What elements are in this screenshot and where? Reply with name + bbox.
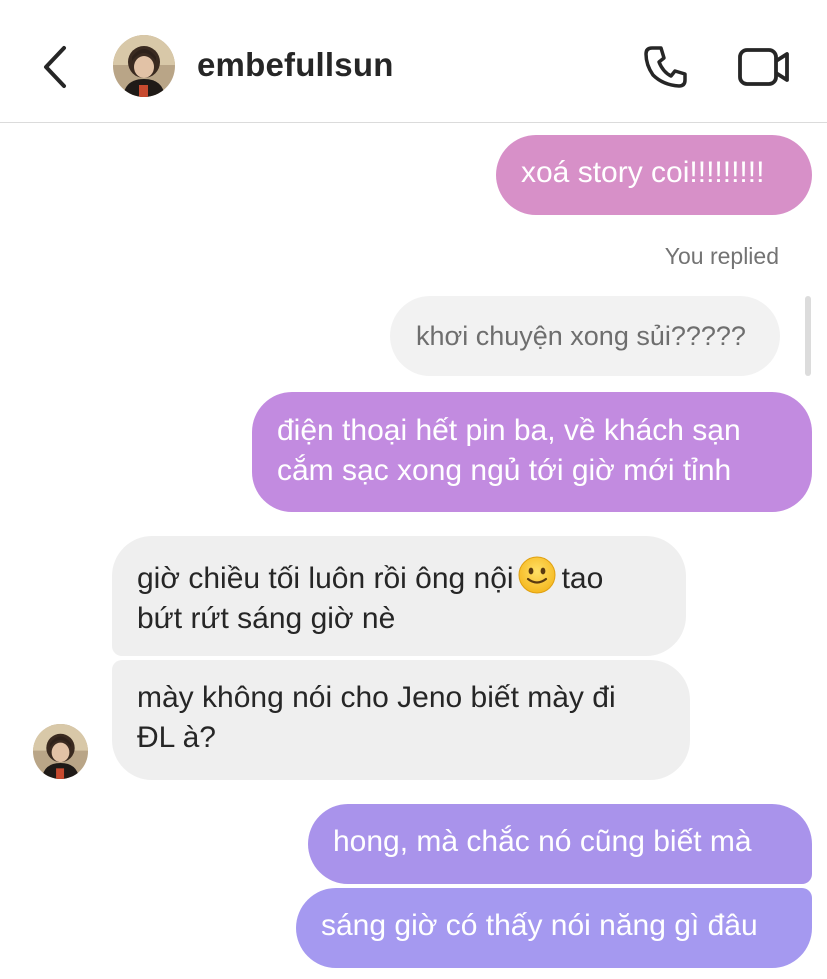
outgoing-message[interactable]: điện thoại hết pin ba, về khách sạn cắm … [252, 392, 812, 512]
profile-photo [113, 35, 175, 97]
avatar[interactable] [113, 35, 175, 97]
phone-icon [644, 46, 687, 88]
back-button[interactable] [30, 40, 80, 94]
quote-indicator-bar [805, 296, 811, 376]
voice-call-button[interactable] [638, 40, 692, 94]
outgoing-message[interactable]: xoá story coi!!!!!!!!! [496, 135, 812, 215]
incoming-message[interactable]: mày không nói cho Jeno biết mày đi ĐL à? [112, 660, 690, 780]
reply-label: You replied [664, 243, 779, 269]
message-text: sáng giờ có thấy nói năng gì đâu [321, 909, 758, 942]
quoted-message[interactable]: khơi chuyện xong sủi????? [390, 296, 780, 376]
chat-username[interactable]: embefullsun [197, 46, 394, 84]
slightly-smiling-face-emoji [518, 556, 556, 594]
message-text: xoá story coi!!!!!!!!! [521, 156, 765, 189]
outgoing-message[interactable]: hong, mà chắc nó cũng biết mà [308, 804, 812, 884]
message-text-line: bứt rứt sáng giờ nè [137, 602, 396, 635]
video-camera-icon [738, 48, 789, 86]
video-call-button[interactable] [734, 40, 794, 94]
chat-header: embefullsun [0, 0, 827, 123]
message-text-line: cắm sạc xong ngủ tới giờ mới tỉnh [277, 454, 732, 487]
incoming-message[interactable]: giờ chiều tối luôn rồi ông nội tao bứt rứ… [112, 536, 686, 656]
chevron-left-icon [44, 46, 66, 88]
message-text-line: giờ chiều tối luôn rồi ông nội tao [137, 556, 686, 599]
message-text: hong, mà chắc nó cũng biết mà [333, 825, 752, 858]
profile-photo [33, 724, 88, 779]
message-text-line: điện thoại hết pin ba, về khách sạn [277, 414, 741, 447]
message-text-line: mày không nói cho Jeno biết mày đi [137, 681, 616, 714]
message-text-line: ĐL à? [137, 721, 216, 754]
outgoing-message[interactable]: sáng giờ có thấy nói năng gì đâu [296, 888, 812, 968]
sender-avatar[interactable] [33, 724, 88, 779]
